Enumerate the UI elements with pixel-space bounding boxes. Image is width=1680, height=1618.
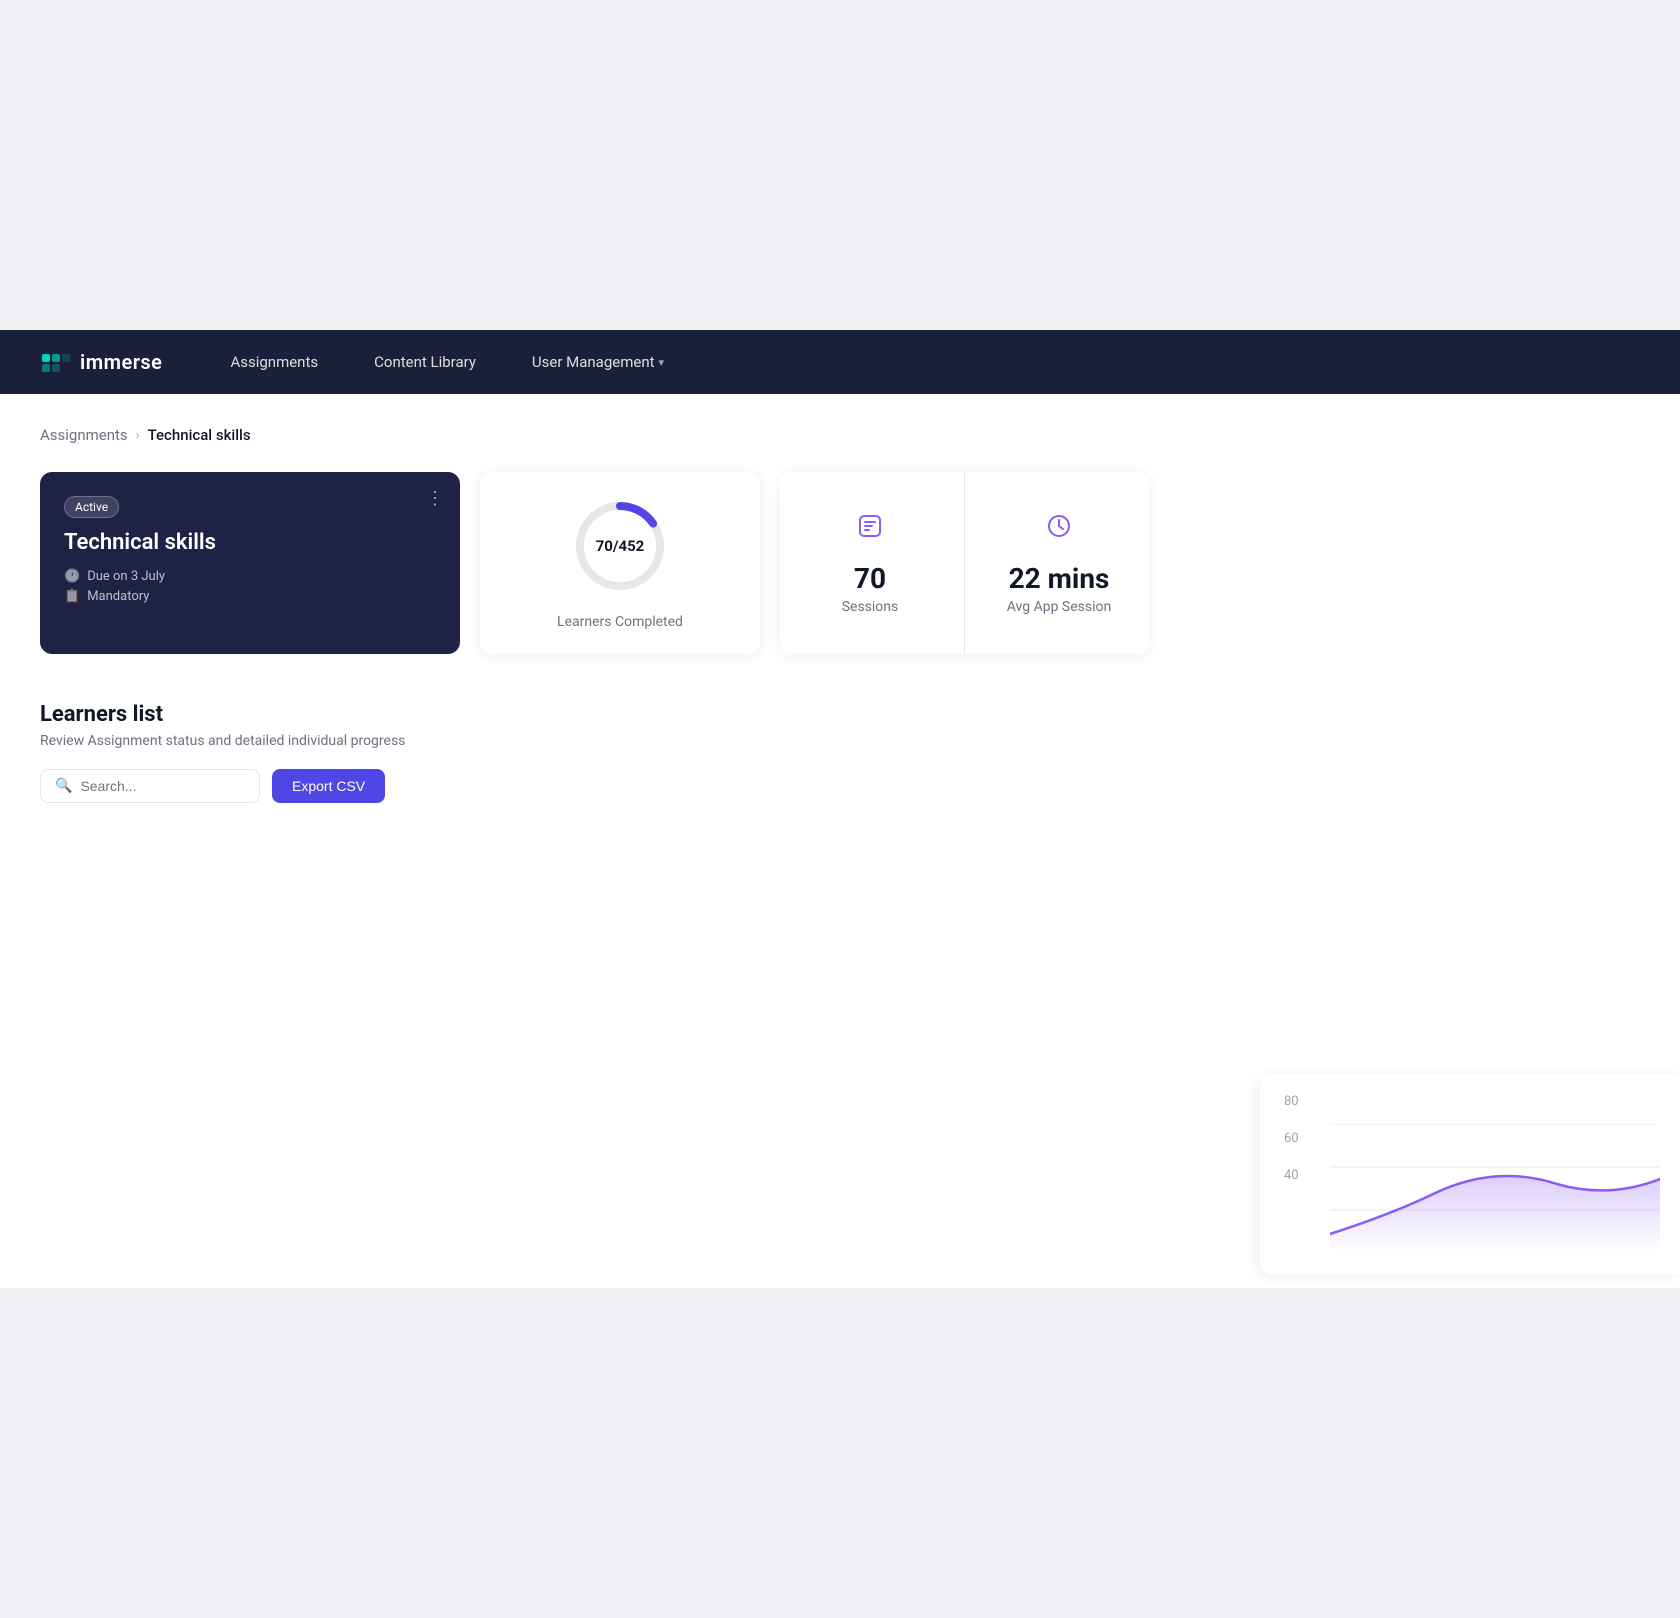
nav-user-management[interactable]: User Management ▾: [524, 349, 672, 375]
breadcrumb: Assignments › Technical skills: [40, 426, 1640, 444]
search-input[interactable]: [80, 778, 245, 794]
status-badge: Active: [64, 496, 119, 518]
learners-completed-card: 70/452 Learners Completed: [480, 472, 760, 654]
navbar: immerse Assignments Content Library User…: [0, 330, 1680, 394]
due-date-item: 🕐 Due on 3 July: [64, 569, 436, 584]
breadcrumb-current: Technical skills: [148, 426, 251, 444]
assignment-meta: 🕐 Due on 3 July 📋 Mandatory: [64, 569, 436, 604]
breadcrumb-separator: ›: [136, 428, 140, 443]
sessions-icon: [856, 512, 884, 546]
breadcrumb-assignments[interactable]: Assignments: [40, 426, 128, 444]
logo[interactable]: immerse: [40, 346, 162, 378]
stat-divider: [964, 472, 965, 654]
chart-y-labels: 80 60 40: [1284, 1094, 1299, 1183]
avg-session-label: Avg App Session: [1007, 599, 1111, 615]
chart-label-40: 40: [1284, 1168, 1299, 1183]
learners-list-subtitle: Review Assignment status and detailed in…: [40, 733, 1640, 749]
mandatory-text: Mandatory: [87, 589, 149, 604]
sessions-label: Sessions: [842, 599, 899, 615]
search-icon: 🔍: [55, 778, 72, 794]
clock-stat-icon: [1045, 512, 1073, 546]
avg-session-stat: 22 mins Avg App Session: [969, 488, 1149, 639]
logo-icon: [40, 346, 72, 378]
cards-row: ⋮ Active Technical skills 🕐 Due on 3 Jul…: [40, 472, 1640, 654]
learners-list-section: Learners list Review Assignment status a…: [40, 702, 1640, 803]
chevron-down-icon: ▾: [659, 356, 665, 369]
card-menu-button[interactable]: ⋮: [426, 488, 444, 509]
sessions-avgtime-card: 70 Sessions 22 mins Avg App Session: [780, 472, 1149, 654]
calendar-icon: 📋: [64, 589, 80, 604]
chart-section: 80 60 40: [1260, 1074, 1680, 1274]
clock-icon: 🕐: [64, 569, 80, 584]
nav-assignments[interactable]: Assignments: [222, 349, 326, 375]
logo-text: immerse: [80, 350, 162, 374]
search-box[interactable]: 🔍: [40, 769, 260, 803]
nav-content-library[interactable]: Content Library: [366, 349, 484, 375]
due-date-text: Due on 3 July: [87, 569, 165, 584]
chart-line-area: [1330, 1124, 1660, 1254]
donut-chart: 70/452: [570, 496, 670, 596]
chart-label-60: 60: [1284, 1131, 1299, 1146]
donut-value: 70/452: [596, 537, 645, 555]
export-csv-button[interactable]: Export CSV: [272, 769, 385, 803]
search-row: 🔍 Export CSV: [40, 769, 1640, 803]
avg-session-value: 22 mins: [1009, 562, 1110, 595]
assignment-title: Technical skills: [64, 530, 436, 555]
assignment-card: ⋮ Active Technical skills 🕐 Due on 3 Jul…: [40, 472, 460, 654]
mandatory-item: 📋 Mandatory: [64, 589, 436, 604]
learners-list-title: Learners list: [40, 702, 1640, 727]
sessions-stat: 70 Sessions: [780, 488, 960, 639]
learners-completed-label: Learners Completed: [557, 614, 683, 630]
sessions-value: 70: [854, 562, 886, 595]
main-content: Assignments › Technical skills ⋮ Active …: [0, 394, 1680, 1288]
chart-label-80: 80: [1284, 1094, 1299, 1109]
